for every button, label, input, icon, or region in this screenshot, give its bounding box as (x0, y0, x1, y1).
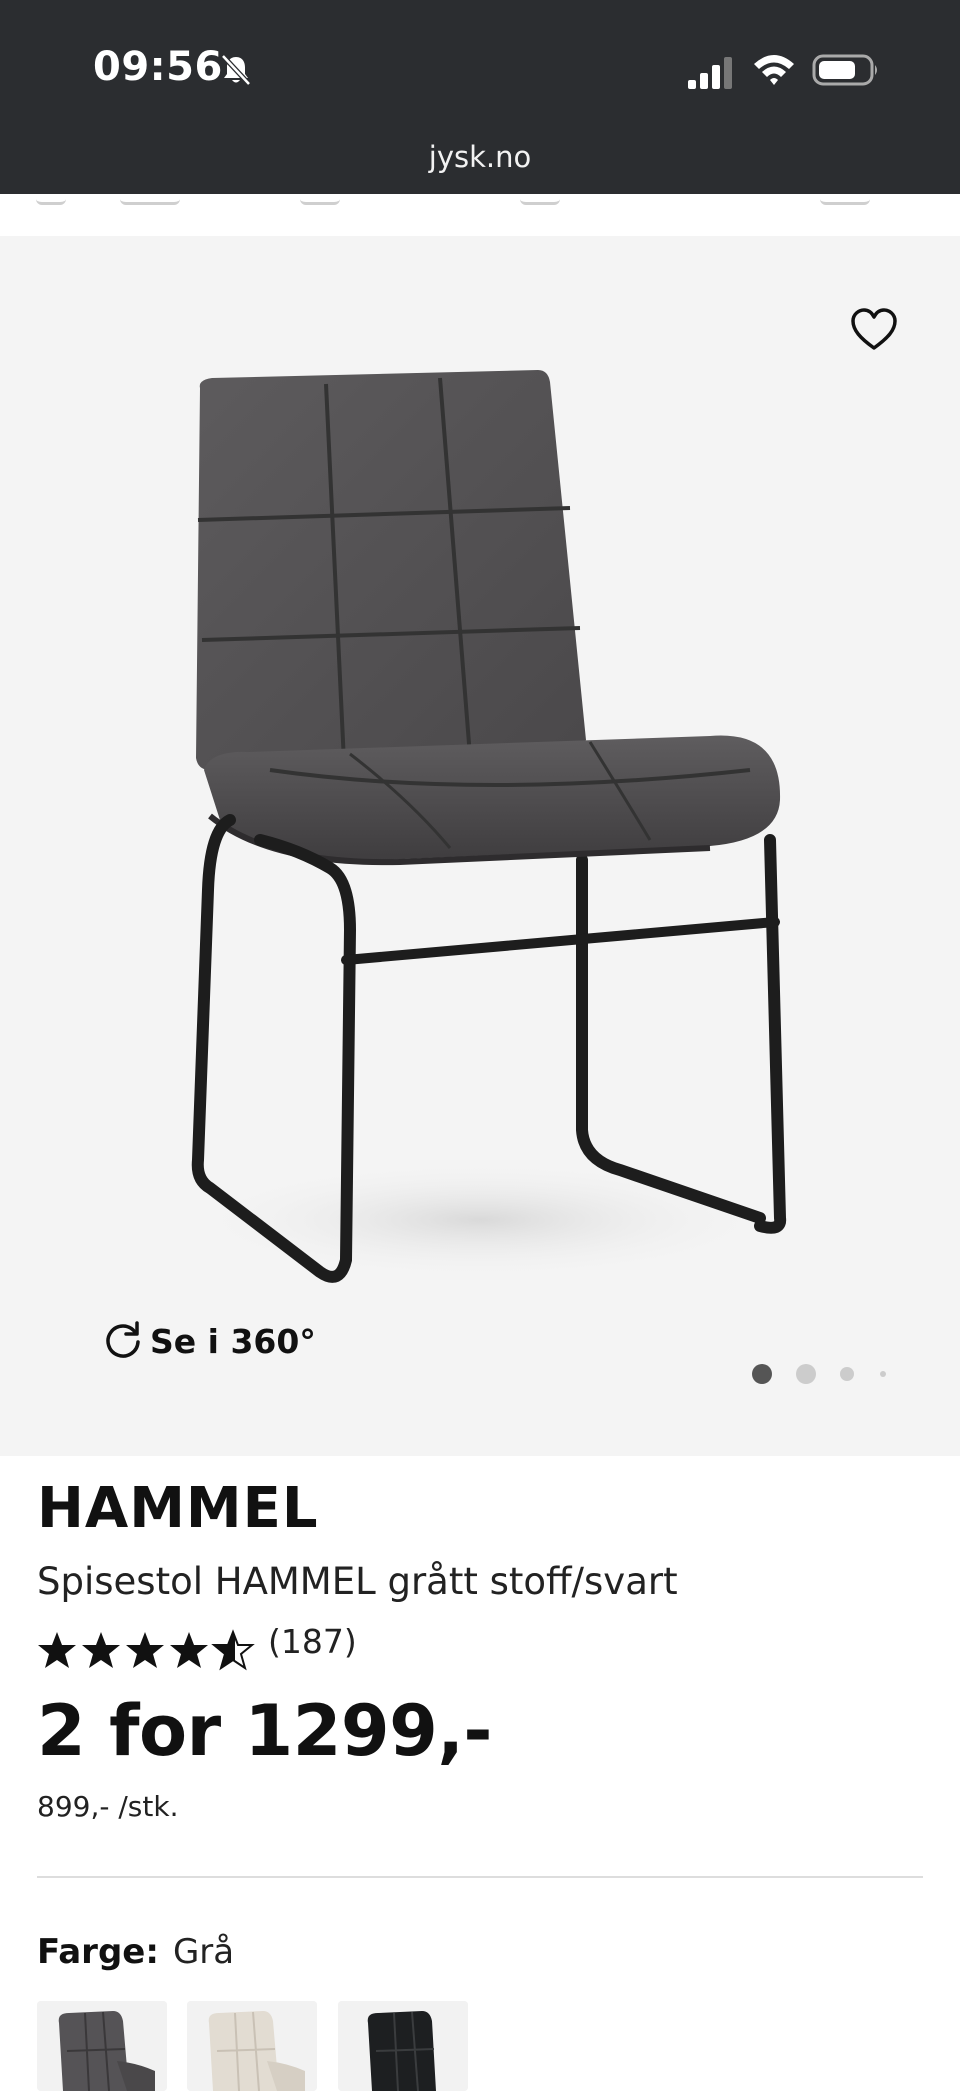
product-image-chair (180, 370, 787, 1283)
gallery-dot-4[interactable] (880, 1371, 886, 1377)
view-360-label: Se i 360° (150, 1321, 316, 1361)
silent-bell-icon (221, 54, 251, 86)
battery-icon (812, 54, 877, 86)
product-brand: HAMMEL (37, 1476, 319, 1541)
status-time: 09:56 (93, 44, 223, 90)
favorite-heart-icon[interactable] (850, 308, 898, 352)
wifi-icon (754, 55, 794, 85)
clipped-breadcrumb-strip (0, 194, 960, 236)
star-icon-4 (170, 1632, 208, 1668)
color-selection-label: Farge: Grå (37, 1932, 234, 1972)
gallery-pagination[interactable] (750, 1362, 890, 1386)
color-label: Farge: (37, 1932, 159, 1972)
beige-chair-thumbnail-icon (187, 2001, 317, 2091)
product-price: 2 for 1299,- (37, 1690, 492, 1772)
cellular-signal-icon (688, 57, 732, 89)
star-icon-3 (126, 1632, 164, 1668)
grey-chair-thumbnail-icon (37, 2001, 167, 2091)
view-360-button[interactable]: Se i 360° (102, 1318, 316, 1364)
color-value: Grå (172, 1932, 235, 1972)
gallery-dot-3[interactable] (840, 1367, 854, 1381)
black-chair-thumbnail-icon (338, 2001, 468, 2091)
star-icon-2 (82, 1632, 120, 1668)
product-name: Spisestol HAMMEL grått stoff/svart (37, 1560, 678, 1603)
star-icon-1 (38, 1632, 76, 1668)
half-star-icon (213, 1631, 253, 1669)
review-count-link[interactable]: (187) (268, 1622, 357, 1661)
rating-stars[interactable] (37, 1628, 257, 1672)
rotate-icon (106, 1321, 140, 1358)
color-swatch-black[interactable] (338, 2001, 468, 2091)
unit-price: 899,- /stk. (37, 1790, 179, 1823)
address-bar-url[interactable]: jysk.no (0, 140, 960, 174)
browser-status-bar: 09:56 jysk.no (0, 0, 960, 194)
divider (37, 1876, 923, 1878)
color-swatch-beige[interactable] (187, 2001, 317, 2091)
color-swatch-grey[interactable] (37, 2001, 167, 2091)
gallery-dot-2[interactable] (796, 1364, 816, 1384)
gallery-dot-1[interactable] (752, 1364, 772, 1384)
